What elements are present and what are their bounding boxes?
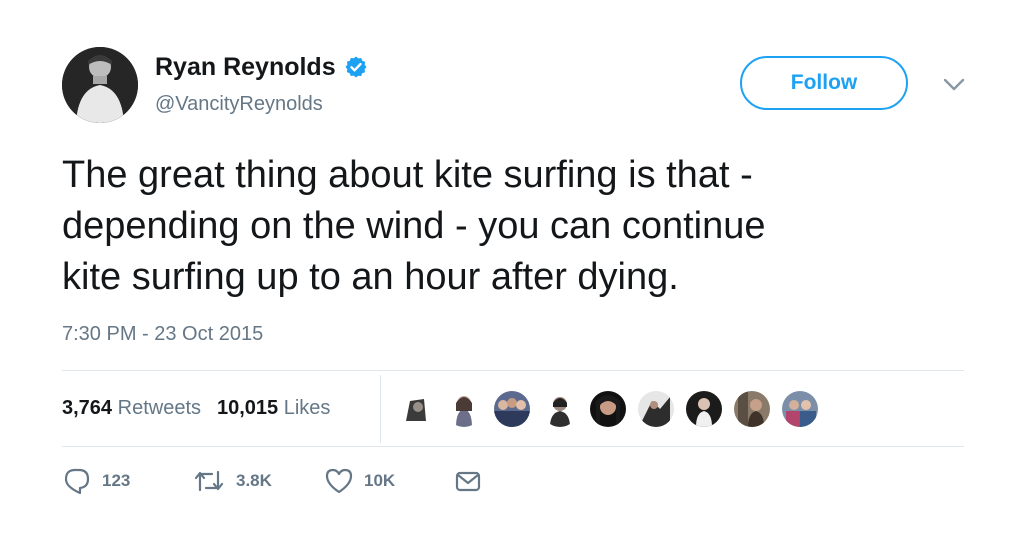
retweets-count: 3,764 <box>62 397 113 419</box>
likes-stat[interactable]: 10,015 Likes <box>217 396 330 420</box>
retweet-icon <box>194 470 224 492</box>
retweets-label: Retweets <box>117 397 201 419</box>
divider <box>62 446 964 447</box>
divider <box>62 370 964 371</box>
tweet-text-line: kite surfing up to an hour after dying. <box>62 256 679 298</box>
retweet-button[interactable]: 3.8K <box>192 466 272 496</box>
tweet-text-line: depending on the wind - you can continue <box>62 205 766 247</box>
tweet-stats: 3,764 Retweets 10,015 Likes <box>62 396 330 420</box>
liker-avatar[interactable] <box>542 391 578 427</box>
reply-count: 123 <box>102 471 131 490</box>
liker-avatar[interactable] <box>782 391 818 427</box>
tweet-timestamp[interactable]: 7:30 PM - 23 Oct 2015 <box>62 322 263 346</box>
author-name-row[interactable]: Ryan Reynolds <box>155 52 368 82</box>
direct-message-button[interactable] <box>454 466 482 496</box>
tweet-text: The great thing about kite surfing is th… <box>62 150 962 303</box>
follow-button[interactable]: Follow <box>740 56 908 110</box>
likes-count: 10,015 <box>217 397 279 419</box>
like-count: 10K <box>364 471 396 490</box>
liker-avatar[interactable] <box>638 391 674 427</box>
liker-avatar[interactable] <box>686 391 722 427</box>
verified-badge-icon <box>345 56 367 78</box>
liker-avatar[interactable] <box>590 391 626 427</box>
retweet-count: 3.8K <box>236 471 272 490</box>
liker-avatars <box>398 387 828 431</box>
envelope-icon <box>455 471 481 492</box>
liker-avatar[interactable] <box>734 391 770 427</box>
reply-icon <box>64 468 90 495</box>
tweet-text-line: The great thing about kite surfing is th… <box>62 154 753 196</box>
likes-label: Likes <box>283 397 331 419</box>
liker-avatar[interactable] <box>446 391 482 427</box>
author-avatar[interactable] <box>62 47 138 123</box>
liker-avatar[interactable] <box>398 391 434 427</box>
heart-icon <box>325 468 353 494</box>
like-button[interactable]: 10K <box>324 466 395 496</box>
retweets-stat[interactable]: 3,764 Retweets <box>62 396 201 420</box>
author-display-name[interactable]: Ryan Reynolds <box>155 52 336 82</box>
reply-button[interactable]: 123 <box>62 466 130 496</box>
liker-avatar[interactable] <box>494 391 530 427</box>
tweet-card: Ryan Reynolds @VancityReynolds Follow Th… <box>0 0 1024 546</box>
author-handle[interactable]: @VancityReynolds <box>155 92 323 116</box>
stats-divider <box>380 375 381 443</box>
chevron-down-icon[interactable] <box>941 76 967 94</box>
